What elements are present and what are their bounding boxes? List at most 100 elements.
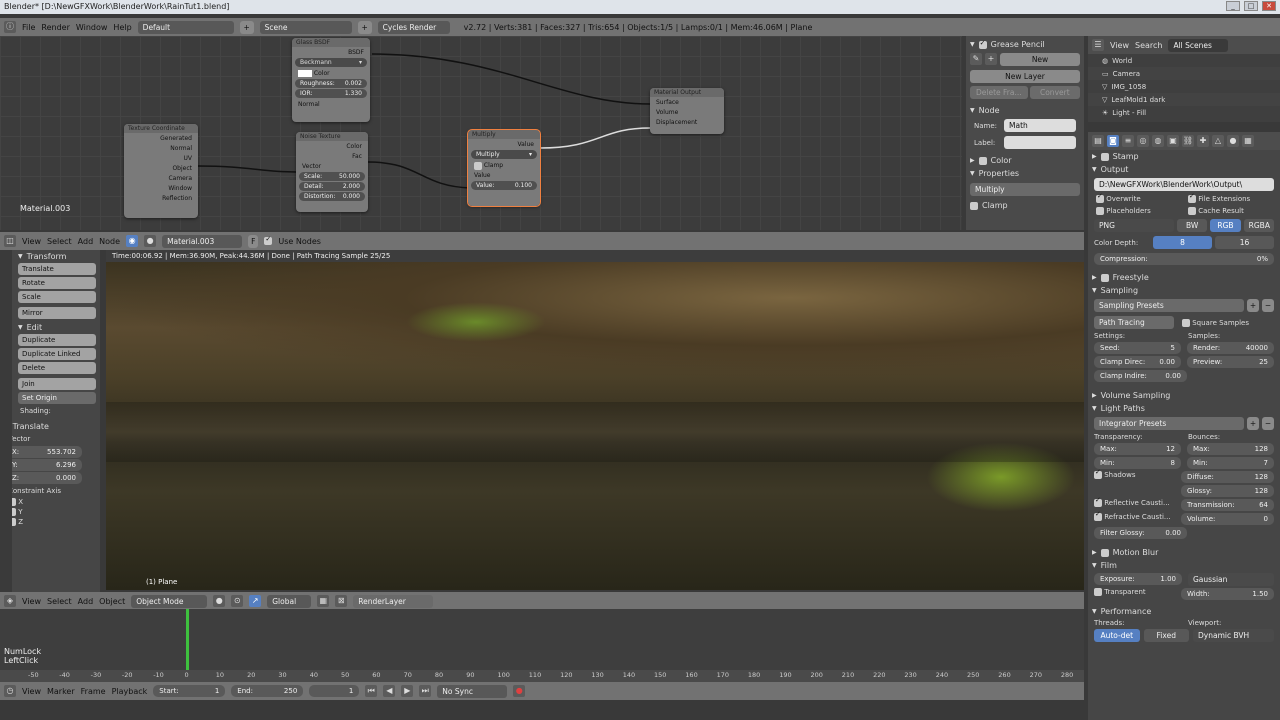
- distribution-dropdown[interactable]: Beckmann ▾: [295, 58, 367, 67]
- render-tab-icon[interactable]: ◙: [1107, 135, 1119, 147]
- scale-field[interactable]: Scale: 50.000: [299, 172, 365, 181]
- noise-texture-node[interactable]: Noise Texture Color Fac Vector Scale: 50.…: [296, 132, 368, 212]
- editor-type-icon[interactable]: ⓘ: [4, 21, 16, 33]
- outliner-item[interactable]: ▽ IMG_1058: [1088, 80, 1280, 93]
- roughness-field[interactable]: Roughness: 0.002: [295, 79, 367, 88]
- outliner-item[interactable]: ▭ Camera: [1088, 67, 1280, 80]
- scene-tab-icon[interactable]: ◎: [1137, 135, 1149, 147]
- color-checkbox[interactable]: [978, 156, 987, 165]
- add-scene-button[interactable]: +: [357, 20, 372, 34]
- material-tab-icon[interactable]: ●: [1227, 135, 1239, 147]
- add-icon[interactable]: +: [985, 53, 997, 65]
- duplicate-linked-button[interactable]: Duplicate Linked: [18, 348, 96, 360]
- fake-user-button[interactable]: F: [248, 234, 259, 248]
- delete-frame-button[interactable]: Delete Fra...: [970, 86, 1028, 99]
- node-menu-select[interactable]: Select: [47, 237, 72, 246]
- clamp-direct-field[interactable]: Clamp Direc: 0.00: [1094, 356, 1181, 368]
- join-button[interactable]: Join: [18, 378, 96, 390]
- duplicate-button[interactable]: Duplicate: [18, 334, 96, 346]
- outliner-filter[interactable]: All Scenes: [1168, 38, 1229, 52]
- pixel-filter-dropdown[interactable]: Gaussian: [1188, 573, 1274, 586]
- add-preset-button[interactable]: +: [1247, 299, 1259, 312]
- current-frame-field[interactable]: 1: [309, 685, 360, 697]
- play-icon[interactable]: ▶: [401, 685, 414, 697]
- outliner-menu-search[interactable]: Search: [1135, 41, 1162, 50]
- orientation-selector[interactable]: Global: [267, 594, 312, 608]
- outliner-editor-icon[interactable]: ☰: [1092, 39, 1104, 51]
- modifiers-tab-icon[interactable]: ✚: [1197, 135, 1209, 147]
- view3d-menu-select[interactable]: Select: [47, 597, 72, 606]
- outliner-menu-view[interactable]: View: [1110, 41, 1129, 50]
- world-tab-icon[interactable]: ◍: [1152, 135, 1164, 147]
- volume-bounces-field[interactable]: Volume: 0: [1181, 513, 1274, 525]
- snap-icon[interactable]: ⊠: [335, 595, 348, 607]
- output-path-field[interactable]: D:\NewGFXWork\BlenderWork\Output\: [1094, 178, 1274, 191]
- rgba-button[interactable]: RGBA: [1243, 219, 1274, 232]
- distortion-field[interactable]: Distortion: 0.000: [299, 192, 365, 201]
- filter-glossy-field[interactable]: Filter Glossy: 0.00: [1094, 527, 1187, 539]
- gp-operation-dropdown[interactable]: Multiply: [970, 183, 1080, 196]
- bounces-max-field[interactable]: Max: 128: [1187, 443, 1274, 455]
- properties-editor-icon[interactable]: ▤: [1092, 135, 1104, 147]
- sampling-method-dropdown[interactable]: Path Tracing: [1094, 316, 1174, 329]
- node-menu-add[interactable]: Add: [78, 237, 94, 246]
- math-multiply-node[interactable]: Multiply Value Multiply ▾ Clamp Value Val…: [467, 129, 541, 207]
- square-samples-checkbox[interactable]: [1182, 318, 1190, 327]
- color-swatch[interactable]: [298, 70, 312, 77]
- minimize-button[interactable]: _: [1226, 1, 1240, 11]
- timeline-menu-view[interactable]: View: [22, 687, 41, 696]
- node-menu-node[interactable]: Node: [99, 237, 120, 246]
- vector-y-field[interactable]: Y: 6.296: [6, 459, 82, 471]
- node-menu-view[interactable]: View: [22, 237, 41, 246]
- end-frame-field[interactable]: End: 250: [231, 685, 304, 697]
- new-layer-button[interactable]: New Layer: [970, 70, 1080, 83]
- stamp-checkbox[interactable]: [1100, 152, 1109, 161]
- glossy-bounces-field[interactable]: Glossy: 128: [1181, 485, 1274, 497]
- diffuse-bounces-field[interactable]: Diffuse: 128: [1181, 471, 1274, 483]
- jump-start-icon[interactable]: ⏮: [365, 685, 378, 697]
- placeholders-checkbox[interactable]: [1096, 207, 1104, 215]
- pivot-icon[interactable]: ⊙: [231, 595, 244, 607]
- timeline-menu-playback[interactable]: Playback: [112, 687, 148, 696]
- remove-integrator-preset-button[interactable]: −: [1262, 417, 1274, 430]
- viewport-shading-icon[interactable]: ●: [213, 595, 226, 607]
- set-origin-dropdown[interactable]: Set Origin: [18, 392, 96, 404]
- timeline-editor-icon[interactable]: ◷: [4, 685, 16, 697]
- reflective-caustics-checkbox[interactable]: [1094, 499, 1102, 507]
- exposure-field[interactable]: Exposure: 1.00: [1094, 573, 1182, 585]
- shader-nodes-icon[interactable]: ◉: [126, 235, 139, 247]
- node-label-field[interactable]: [1004, 136, 1076, 149]
- translate-button[interactable]: Translate: [18, 263, 96, 275]
- maximize-button[interactable]: □: [1244, 1, 1258, 11]
- view3d-menu-object[interactable]: Object: [99, 597, 125, 606]
- file-extensions-checkbox[interactable]: [1188, 195, 1196, 203]
- sync-mode-dropdown[interactable]: No Sync: [437, 684, 508, 698]
- manipulator-translate-icon[interactable]: ↗: [249, 595, 262, 607]
- pencil-icon[interactable]: ✎: [970, 53, 982, 65]
- gp-clamp-checkbox[interactable]: [970, 201, 978, 210]
- render-layer-selector[interactable]: RenderLayer: [353, 594, 434, 608]
- outliner-item[interactable]: ◍ World: [1088, 54, 1280, 67]
- constraints-tab-icon[interactable]: ⛓: [1182, 135, 1194, 147]
- file-format-dropdown[interactable]: PNG: [1094, 219, 1174, 232]
- rgb-button[interactable]: RGB: [1210, 219, 1241, 232]
- ior-field[interactable]: IOR: 1.330: [295, 89, 367, 98]
- threads-fixed-button[interactable]: Fixed: [1143, 629, 1189, 642]
- node-editor-type-icon[interactable]: ◫: [4, 235, 16, 247]
- add-layout-button[interactable]: +: [239, 20, 254, 34]
- menu-render[interactable]: Render: [41, 23, 69, 32]
- render-samples-field[interactable]: Render: 40000: [1187, 342, 1274, 354]
- scene-selector[interactable]: Scene: [259, 20, 352, 34]
- seed-field[interactable]: Seed: 5: [1094, 342, 1181, 354]
- vector-x-field[interactable]: X: 553.702: [6, 446, 82, 458]
- glass-bsdf-node[interactable]: Glass BSDF BSDF Beckmann ▾ Color Roughnes…: [292, 38, 370, 122]
- mode-selector[interactable]: Object Mode: [131, 594, 208, 608]
- current-frame-marker[interactable]: [186, 609, 189, 670]
- delete-button[interactable]: Delete: [18, 362, 96, 374]
- clamp-checkbox[interactable]: [474, 161, 482, 170]
- clamp-indirect-field[interactable]: Clamp Indire: 0.00: [1094, 370, 1187, 382]
- bounces-min-field[interactable]: Min: 7: [1187, 457, 1274, 469]
- mirror-button[interactable]: Mirror: [18, 307, 96, 319]
- menu-window[interactable]: Window: [76, 23, 108, 32]
- math-value-field[interactable]: Value: 0.100: [471, 181, 537, 190]
